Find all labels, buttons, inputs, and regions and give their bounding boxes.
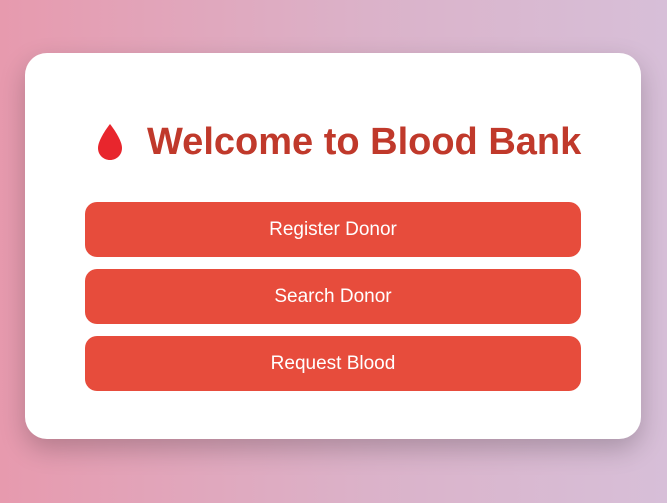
header: Welcome to Blood Bank: [93, 119, 581, 165]
welcome-card: Welcome to Blood Bank Register Donor Sea…: [25, 53, 641, 439]
search-donor-button[interactable]: Search Donor: [85, 269, 581, 324]
register-donor-button[interactable]: Register Donor: [85, 202, 581, 257]
blood-drop-icon: [93, 121, 127, 163]
request-blood-button[interactable]: Request Blood: [85, 336, 581, 391]
page-title: Welcome to Blood Bank: [147, 120, 582, 163]
